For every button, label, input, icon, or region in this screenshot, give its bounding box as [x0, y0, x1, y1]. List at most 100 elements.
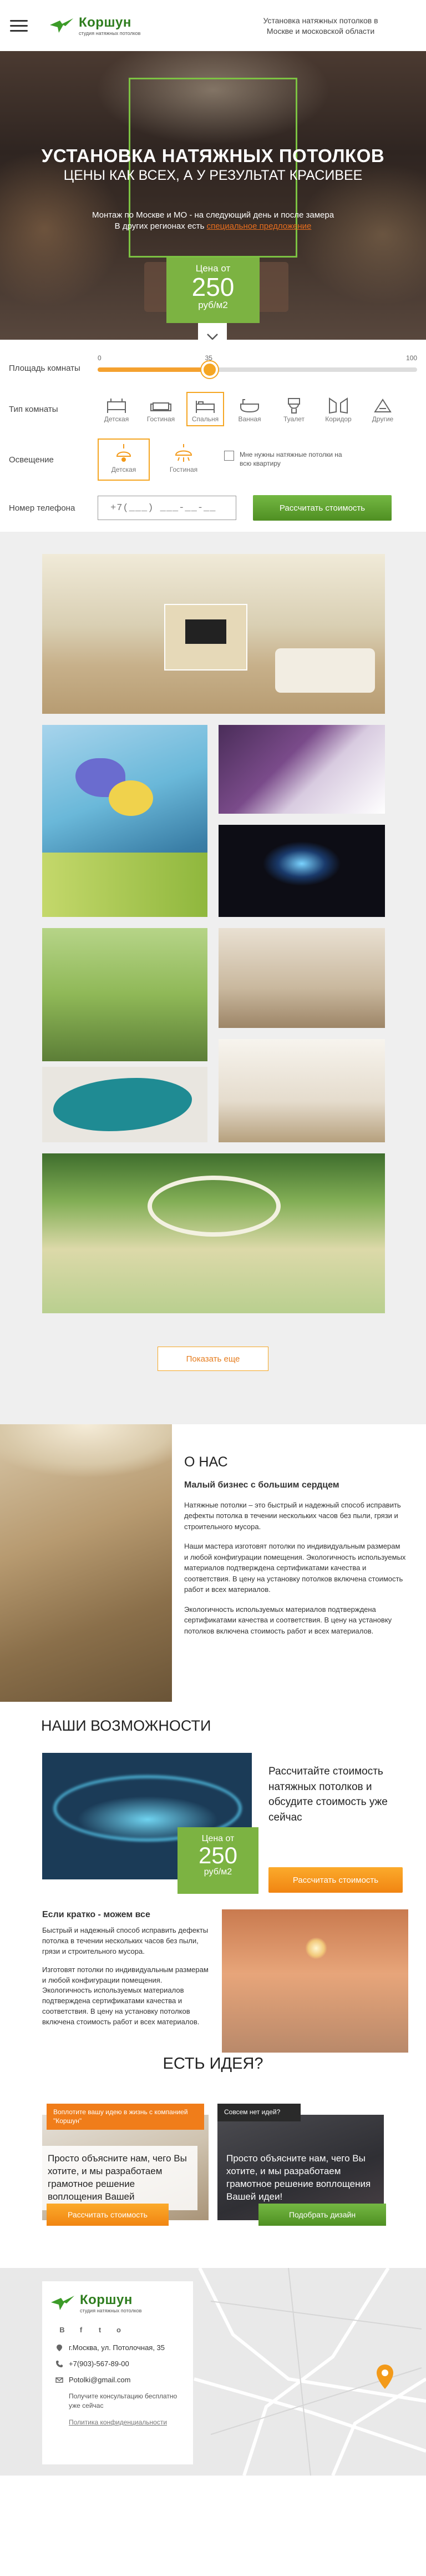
- phone-label: Номер телефона: [9, 503, 75, 513]
- phone-icon: [56, 2360, 63, 2367]
- features-text-paragraph-1: Быстрый и надежный способ исправить дефе…: [42, 1926, 209, 1955]
- gallery-photo-black-ceiling[interactable]: [219, 825, 385, 917]
- map-pin-icon[interactable]: [375, 2363, 395, 2390]
- lighting-option[interactable]: Гостиная: [158, 438, 210, 481]
- features-cta-text: Рассчитайте стоимость натяжных потолков …: [268, 1766, 388, 1823]
- hero-banner: УСТАНОВКА НАТЯЖНЫХ ПОТОЛКОВ ЦЕНЫ КАК ВСЕ…: [0, 51, 426, 340]
- hero-title: УСТАНОВКА НАТЯЖНЫХ ПОТОЛКОВ: [41, 145, 385, 166]
- contact-card: Коршун студия натяжных потолков B f t o …: [42, 2281, 193, 2464]
- phone-number[interactable]: +7(903)-567-89-00: [69, 2360, 129, 2368]
- footer-map: Коршун студия натяжных потолков B f t o …: [0, 2268, 426, 2476]
- room-option-label: Коридор: [325, 415, 352, 423]
- menu-icon[interactable]: [10, 19, 28, 32]
- gallery-photo-spot-lights[interactable]: [219, 928, 385, 1028]
- room-option[interactable]: Туалет: [275, 392, 313, 426]
- about-section: О НАС Малый бизнес с большим сердцем Нат…: [0, 1424, 426, 1702]
- header-tagline: Установка натяжных потолков в Москве и м…: [263, 16, 378, 36]
- lighting-options: Детская Гостиная: [98, 438, 210, 481]
- odnoklassniki-icon[interactable]: o: [114, 2326, 123, 2335]
- site-header: Коршун студия натяжных потолков Установк…: [0, 0, 426, 51]
- logo-name: Коршун: [80, 2292, 133, 2307]
- area-current: 35: [205, 354, 212, 362]
- room-option-label: Детская: [104, 415, 129, 423]
- special-offer-link[interactable]: специальное предложение: [207, 221, 312, 231]
- email-line: Potolki@gmail.com: [55, 2376, 185, 2384]
- phone-input[interactable]: [98, 496, 236, 520]
- room-option[interactable]: Коридор: [320, 392, 357, 426]
- features-text-paragraph-2: Изготовят потолки по индивидуальным разм…: [42, 1965, 209, 2026]
- lighting-option[interactable]: Детская: [98, 438, 150, 481]
- phone-line: +7(903)-567-89-00: [55, 2360, 185, 2368]
- room-option[interactable]: Ванная: [231, 392, 268, 426]
- room-type-icon: [240, 399, 259, 413]
- price-calculator: Площадь комнаты 0 35 100 Тип комнаты Дет…: [0, 340, 426, 532]
- gallery-photo-green-room[interactable]: [42, 928, 207, 1061]
- show-more-button[interactable]: Показать еще: [158, 1347, 268, 1371]
- about-paragraph-3: Экологичность используемых материалов по…: [184, 1605, 392, 1635]
- idea-tag-left: Воплотите вашу идею в жизнь с компанией …: [47, 2104, 204, 2130]
- area-label: Площадь комнаты: [9, 363, 80, 373]
- idea-calculate-button[interactable]: Рассчитать стоимость: [47, 2204, 169, 2226]
- room-type-label: Тип комнаты: [9, 404, 58, 414]
- price-unit: руб/м2: [204, 1867, 232, 1877]
- calculate-button[interactable]: Рассчитать стоимость: [253, 495, 392, 521]
- idea-message-left: Просто объясните нам, чего Вы хотите, и …: [42, 2146, 197, 2210]
- twitter-icon[interactable]: t: [95, 2326, 104, 2335]
- privacy-policy-link[interactable]: Политика конфиденциальности: [69, 2418, 185, 2426]
- lighting-option-label: Гостиная: [169, 466, 198, 473]
- features-calculate-button[interactable]: Рассчитать стоимость: [268, 1867, 403, 1893]
- logo-subtitle: студия натяжных потолков: [79, 31, 141, 36]
- gallery-photo-ornament[interactable]: [42, 1153, 385, 1313]
- scroll-down-button[interactable]: [198, 323, 227, 340]
- idea-section: ЕСТЬ ИДЕЯ? Воплотите вашу идею в жизнь с…: [0, 2051, 426, 2268]
- whole-flat-checkbox[interactable]: Мне нужны натяжные потолки на всю кварти…: [224, 451, 346, 468]
- room-option[interactable]: Детская: [98, 392, 135, 426]
- gallery-photo-living-room[interactable]: [42, 554, 385, 714]
- idea-message-right: Просто объясните нам, чего Вы хотите, и …: [226, 2153, 371, 2202]
- room-option[interactable]: Другие: [364, 392, 402, 426]
- gallery-photo-butterfly[interactable]: [42, 725, 207, 917]
- room-option-label: Ванная: [238, 415, 261, 423]
- vk-icon[interactable]: B: [58, 2326, 67, 2335]
- gallery-photo-teal-cloud[interactable]: [42, 1067, 207, 1142]
- room-option-label: Туалет: [283, 415, 305, 423]
- features-section: НАШИ ВОЗМОЖНОСТИ Цена от 250 руб/м2 Расс…: [0, 1702, 426, 2053]
- area-min: 0: [98, 354, 102, 362]
- hero-note: Монтаж по Москве и МО - на следующий ден…: [0, 210, 426, 233]
- about-photo: [0, 1424, 172, 1702]
- idea-title: ЕСТЬ ИДЕЯ?: [163, 2055, 263, 2073]
- gallery-photo-purple[interactable]: [219, 725, 385, 814]
- logo-name: Коршун: [79, 15, 131, 30]
- room-option[interactable]: Спальня: [186, 392, 224, 426]
- gallery-photo-bright-living[interactable]: [219, 1039, 385, 1142]
- features-price-badge: Цена от 250 руб/м2: [178, 1827, 258, 1894]
- facebook-icon[interactable]: f: [77, 2326, 85, 2335]
- room-option-label: Спальня: [191, 415, 219, 423]
- about-subtitle: Малый бизнес с большим сердцем: [184, 1480, 339, 1490]
- room-type-icon: [150, 402, 171, 411]
- location-icon: [57, 2344, 62, 2351]
- about-paragraph-2: Наши мастера изготовят потолки по индиви…: [184, 1542, 406, 1594]
- hero-note-text: В других регионах есть: [114, 221, 207, 231]
- hero-note-line: Монтаж по Москве и МО - на следующий ден…: [92, 210, 334, 220]
- bird-logo-icon: [50, 18, 73, 33]
- checkbox[interactable]: [224, 451, 234, 461]
- pick-design-button[interactable]: Подобрать дизайн: [258, 2204, 386, 2226]
- hero-price-badge: Цена от 250 руб/м2: [166, 258, 260, 323]
- features-photo-orange: [222, 1909, 408, 2053]
- price-unit: руб/м2: [198, 300, 228, 310]
- address-line: г.Москва, ул. Потолочная, 35: [55, 2343, 185, 2352]
- area-slider[interactable]: 0 35 100: [98, 353, 417, 383]
- slider-handle[interactable]: [201, 361, 218, 378]
- footer-logo[interactable]: Коршун студия натяжных потолков: [50, 2292, 185, 2313]
- consult-note: Получите консультацию бесплатно уже сейч…: [69, 2392, 178, 2409]
- idea-tag-right: Совсем нет идей?: [217, 2104, 301, 2121]
- email[interactable]: Potolki@gmail.com: [69, 2376, 130, 2384]
- logo[interactable]: Коршун студия натяжных потолков: [49, 15, 140, 36]
- lighting-option-label: Детская: [111, 466, 136, 473]
- room-type-options: Детская Гостиная Спальня Ванная Туалет Коридо…: [98, 392, 402, 426]
- room-option-label: Другие: [372, 415, 394, 423]
- address: г.Москва, ул. Потолочная, 35: [69, 2343, 165, 2352]
- room-option[interactable]: Гостиная: [142, 392, 180, 426]
- bird-logo-icon: [51, 2296, 74, 2310]
